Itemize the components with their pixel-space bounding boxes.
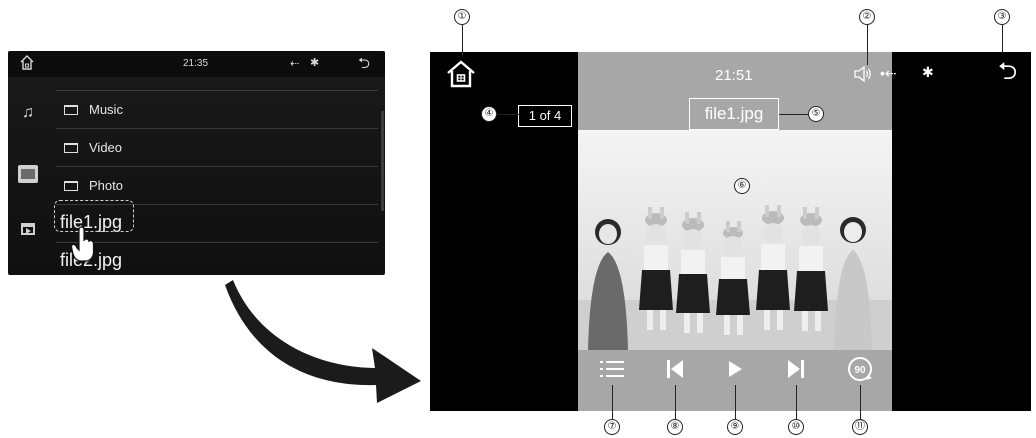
transition-arrow: [225, 280, 421, 403]
speaker-icon: [854, 66, 871, 82]
folder-label: Music: [89, 102, 123, 117]
home-icon[interactable]: [20, 55, 34, 71]
folder-icon: [64, 143, 78, 153]
callout-3: ③: [994, 9, 1010, 25]
status-bar: 21:35 ⇠ ✱ ⮌: [8, 51, 385, 77]
callout-7: ⑦: [604, 419, 620, 435]
callout-leader: [462, 25, 463, 56]
folder-label: Video: [89, 140, 123, 155]
callout-leader: [675, 385, 676, 419]
rotate-90-icon[interactable]: 90: [844, 353, 876, 385]
callout-9: ⑨: [727, 419, 743, 435]
list-item: [56, 77, 378, 91]
file-title: file1.jpg: [689, 98, 779, 130]
music-icon[interactable]: ♫: [20, 105, 36, 121]
list-item-music[interactable]: Music: [56, 91, 378, 129]
list-item-video[interactable]: Video: [56, 129, 378, 167]
list-icon[interactable]: [596, 353, 628, 385]
callout-leader: [796, 385, 797, 419]
video-icon[interactable]: [21, 223, 35, 235]
usb-icon: •⇠: [880, 65, 897, 81]
photo-icon[interactable]: [18, 165, 38, 183]
next-icon[interactable]: [780, 353, 812, 385]
callout-10: ⑩: [788, 419, 804, 435]
list-item-file2[interactable]: file2.jpg: [56, 243, 378, 275]
callout-1: ①: [454, 9, 470, 25]
status-time: 21:35: [183, 58, 209, 69]
back-icon[interactable]: ⮌: [358, 53, 370, 78]
folder-label: Photo: [89, 178, 123, 193]
callout-leader: [867, 25, 868, 65]
hand-pointer-icon: [71, 226, 95, 262]
usb-icon: ⇠: [290, 58, 300, 70]
callout-5: ⑤: [808, 106, 824, 122]
previous-icon[interactable]: [659, 353, 691, 385]
callout-2: ②: [859, 9, 875, 25]
page-counter: 1 of 4: [518, 105, 572, 127]
photo-image[interactable]: [578, 130, 892, 350]
callout-leader: [860, 385, 861, 419]
callout-11: ⑪: [852, 419, 868, 435]
folder-icon: [64, 105, 78, 115]
callout-8: ⑧: [667, 419, 683, 435]
folder-icon: [64, 181, 78, 191]
bluetooth-icon: ✱: [310, 57, 320, 69]
callout-leader: [779, 114, 808, 115]
scrollbar[interactable]: [381, 111, 384, 211]
home-icon[interactable]: [446, 60, 476, 88]
file-browser-screen: 21:35 ⇠ ✱ ⮌ ♫ Music Video Photo file1.jp…: [8, 51, 385, 275]
source-sidebar: ♫: [8, 77, 48, 275]
status-time: 21:51: [715, 67, 753, 84]
callout-leader: [735, 385, 736, 419]
callout-leader: [497, 114, 519, 115]
callout-leader: [612, 385, 613, 419]
back-icon[interactable]: ⮌: [998, 54, 1017, 95]
photo-viewer-screen: 21:51 •⇠ ✱ ⮌ 1 of 4 file1.jpg 90: [430, 52, 1031, 411]
bluetooth-icon: ✱: [922, 64, 934, 80]
play-icon[interactable]: [719, 353, 751, 385]
svg-text:90: 90: [854, 365, 866, 376]
callout-6: ⑥: [734, 178, 750, 194]
callout-4: ④: [481, 106, 497, 122]
callout-leader: [1002, 25, 1003, 53]
